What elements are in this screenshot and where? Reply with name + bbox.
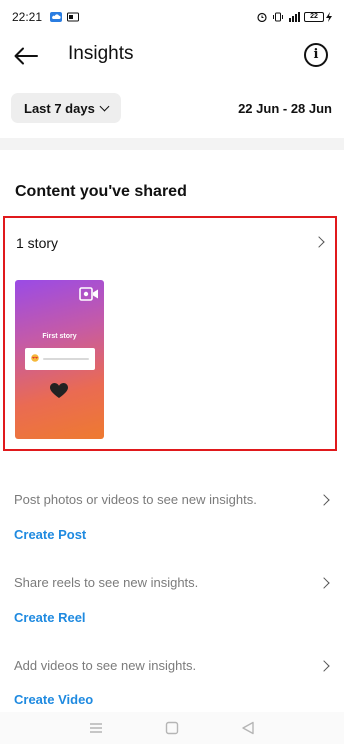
back-nav-button[interactable] xyxy=(234,716,262,740)
emoji-slider-track xyxy=(43,358,89,360)
story-card[interactable]: 1 story First story xyxy=(3,216,337,451)
home-button[interactable] xyxy=(158,716,186,740)
insight-item-reels: Share reels to see new insights. Create … xyxy=(14,575,332,635)
menu-icon xyxy=(90,723,102,733)
vibrate-icon xyxy=(273,12,283,22)
heart-icon xyxy=(50,383,68,398)
app-header: Insights i xyxy=(0,34,344,76)
insight-item-text: Add videos to see new insights. xyxy=(14,658,197,673)
emoji-slider-sticker xyxy=(25,348,95,370)
date-range-dropdown[interactable]: Last 7 days xyxy=(11,93,121,123)
status-time: 22:21 xyxy=(12,10,43,24)
create-reel-link[interactable]: Create Reel xyxy=(14,610,86,625)
battery-indicator: 22 xyxy=(304,12,332,22)
cloud-icon xyxy=(50,12,63,22)
status-system-icons: 22 xyxy=(256,12,332,22)
insight-item-posts: Post photos or videos to see new insight… xyxy=(14,492,332,552)
menu-button[interactable] xyxy=(82,716,110,740)
battery-level: 22 xyxy=(304,12,324,22)
video-camera-icon xyxy=(79,287,98,301)
section-title: Content you've shared xyxy=(15,183,187,200)
info-button[interactable]: i xyxy=(304,43,328,67)
insight-item-videos: Add videos to see new insights. Create V… xyxy=(14,658,332,710)
charging-icon xyxy=(326,12,332,22)
status-notification-icons xyxy=(50,12,80,22)
arrow-left-icon xyxy=(14,47,38,65)
date-filter-row: Last 7 days 22 Jun - 28 Jun xyxy=(0,93,344,123)
insight-item-text: Share reels to see new insights. xyxy=(14,575,199,590)
system-nav-bar xyxy=(0,712,344,744)
chevron-right-icon[interactable] xyxy=(313,236,325,248)
create-post-link[interactable]: Create Post xyxy=(14,527,86,542)
info-icon: i xyxy=(313,47,319,62)
triangle-back-icon xyxy=(242,721,254,735)
story-thumbnail[interactable]: First story xyxy=(15,280,104,439)
back-button[interactable] xyxy=(12,42,40,70)
chevron-down-icon xyxy=(99,101,110,111)
date-range-dropdown-label: Last 7 days xyxy=(24,100,95,116)
date-range-text: 22 Jun - 28 Jun xyxy=(238,101,332,116)
insight-item-text: Post photos or videos to see new insight… xyxy=(14,492,257,507)
story-count: 1 story xyxy=(16,235,59,251)
status-bar: 22:21 22 xyxy=(0,0,344,34)
square-home-icon xyxy=(165,721,179,735)
heart-eyes-emoji-icon xyxy=(31,354,39,362)
alarm-icon xyxy=(257,12,267,22)
section-divider xyxy=(0,138,344,150)
story-thumbnail-title: First story xyxy=(42,333,77,340)
create-video-link[interactable]: Create Video xyxy=(14,692,93,707)
message-icon xyxy=(67,12,80,22)
signal-icon xyxy=(289,12,300,22)
page-title: Insights xyxy=(68,43,134,64)
